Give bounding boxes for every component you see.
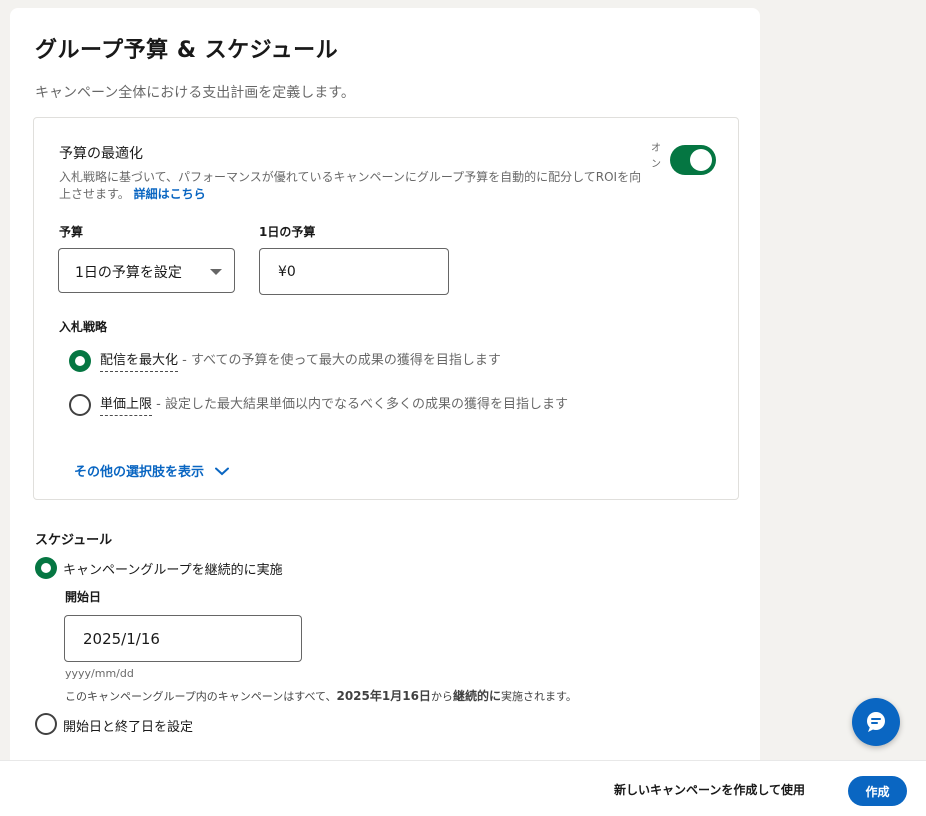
bid-option-description: - すべての予算を使って最大の成果の獲得を目指します — [178, 353, 501, 368]
bid-option-max-delivery[interactable]: 配信を最大化 - すべての予算を使って最大の成果の獲得を目指します — [69, 348, 719, 374]
bid-option-term: 配信を最大化 — [100, 353, 179, 372]
bidding-strategy-label: 入札戦略 — [59, 320, 108, 334]
bid-radio-cost-cap[interactable] — [69, 394, 91, 416]
schedule-option-continuous[interactable]: キャンペーングループを継続的に実施 — [35, 556, 535, 580]
schedule-info-middle: から — [430, 690, 453, 703]
budget-panel: 予算の最適化 入札戦略に基づいて、パフォーマンスが優れているキャンペーンにグルー… — [33, 117, 739, 500]
bid-option-max-delivery-text: 配信を最大化 - すべての予算を使って最大の成果の獲得を目指します — [100, 352, 501, 372]
bid-radio-max-delivery[interactable] — [69, 350, 91, 372]
schedule-start-end-label: 開始日と終了日を設定 — [63, 720, 194, 735]
chevron-down-icon — [214, 465, 229, 480]
footer-text: 新しいキャンペーンを作成して使用 — [614, 783, 806, 797]
schedule-info-date: 2025年1月16日 — [336, 689, 431, 703]
budget-optimization-heading: 予算の最適化 — [59, 146, 143, 162]
show-more-options-link[interactable]: その他の選択肢を表示 — [74, 461, 229, 480]
daily-budget-input[interactable] — [259, 248, 449, 295]
show-more-label: その他の選択肢を表示 — [74, 465, 205, 480]
schedule-info-suffix: 実施されます。 — [500, 690, 577, 703]
budget-schedule-card: グループ予算 & スケジュール キャンペーン全体における支出計画を定義します。 … — [10, 8, 760, 768]
budget-type-value: 1日の予算を設定 — [75, 265, 182, 281]
bid-option-term: 単価上限 — [100, 397, 153, 416]
bid-option-cost-cap-text: 単価上限 - 設定した最大結果単価以内でなるべく多くの成果の獲得を目指します — [100, 396, 568, 416]
toggle-knob — [690, 149, 712, 171]
daily-budget-label: 1日の予算 — [259, 225, 316, 239]
budget-optimization-toggle[interactable] — [670, 145, 716, 175]
dropdown-arrow-icon — [210, 269, 222, 275]
start-date-input[interactable] — [64, 615, 302, 662]
schedule-info-text: このキャンペーングループ内のキャンペーンはすべて、2025年1月16日から継続的… — [65, 687, 577, 704]
schedule-radio-start-end[interactable] — [35, 713, 57, 735]
schedule-option-start-end[interactable]: 開始日と終了日を設定 — [35, 712, 435, 738]
schedule-radio-continuous[interactable] — [35, 557, 57, 579]
schedule-info-continuous: 継続的に — [452, 689, 501, 703]
schedule-label: スケジュール — [35, 533, 113, 548]
chat-bubble-icon — [867, 712, 885, 732]
chat-button[interactable] — [852, 698, 900, 746]
description-line1: 入札戦略に基づいて、パフォーマンスが優れているキャンペーンにグループ予算を自動的… — [59, 170, 584, 184]
budget-label: 予算 — [59, 225, 84, 239]
bid-option-description: - 設定した最大結果単価以内でなるべく多くの成果の獲得を目指します — [152, 397, 568, 412]
budget-type-select[interactable]: 1日の予算を設定 — [58, 248, 235, 293]
budget-optimization-description: 入札戦略に基づいて、パフォーマンスが優れているキャンペーンにグループ予算を自動的… — [59, 169, 649, 203]
page-subtitle: キャンペーン全体における支出計画を定義します。 — [35, 85, 355, 101]
footer-bar: 新しいキャンペーンを作成して使用 作成 — [0, 760, 926, 816]
page-title: グループ予算 & スケジュール — [35, 38, 339, 63]
create-button[interactable]: 作成 — [848, 776, 907, 806]
schedule-continuous-label: キャンペーングループを継続的に実施 — [63, 563, 283, 578]
bid-option-cost-cap[interactable]: 単価上限 - 設定した最大結果単価以内でなるべく多くの成果の獲得を目指します — [69, 392, 719, 418]
start-date-label: 開始日 — [65, 590, 102, 604]
date-format-hint: yyyy/mm/dd — [65, 667, 134, 680]
learn-more-link[interactable]: 詳細はこちら — [134, 187, 206, 201]
schedule-info-prefix: このキャンペーングループ内のキャンペーンはすべて、 — [65, 690, 337, 703]
toggle-state-label: オン — [651, 143, 661, 170]
